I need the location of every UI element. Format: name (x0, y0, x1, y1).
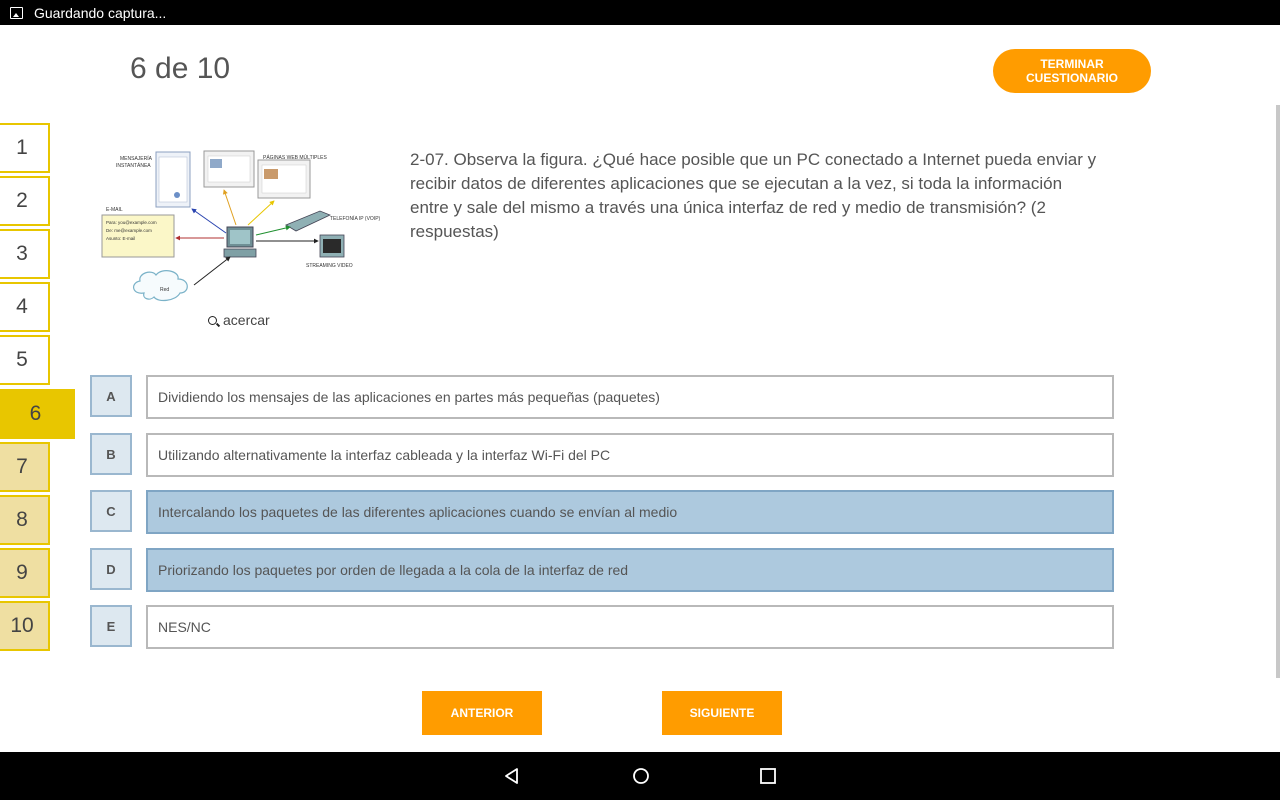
web-label: PÁGINAS WEB MÚLTIPLES (263, 154, 327, 161)
question-figure[interactable]: MENSAJERÍA INSTANTÁNEA PÁGINAS WEB MÚLTI… (98, 145, 393, 315)
network-cloud (133, 270, 188, 302)
scrollbar[interactable] (1276, 105, 1280, 678)
question-nav-item[interactable]: 4 (0, 282, 50, 332)
question-nav-item[interactable]: 2 (0, 176, 50, 226)
svg-text:Asunto: E-mail: Asunto: E-mail (106, 236, 135, 241)
question-counter: 6 de 10 (130, 52, 231, 85)
ip-phone (285, 210, 332, 232)
next-button[interactable]: SIGUIENTE (662, 691, 782, 735)
recents-icon[interactable] (758, 766, 778, 786)
option-text[interactable]: Priorizando los paquetes por orden de ll… (146, 548, 1114, 592)
option-d[interactable]: D Priorizando los paquetes por orden de … (90, 548, 1114, 592)
im-label-1: MENSAJERÍA (120, 155, 153, 162)
cloud-label: Red (160, 287, 169, 293)
home-icon[interactable] (631, 766, 651, 786)
option-a[interactable]: A Dividiendo los mensajes de las aplicac… (90, 375, 1114, 419)
option-text[interactable]: Dividiendo los mensajes de las aplicacio… (146, 375, 1114, 419)
option-c[interactable]: C Intercalando los paquetes de las difer… (90, 490, 1114, 534)
question-nav-item[interactable]: 5 (0, 335, 50, 385)
option-letter[interactable]: A (90, 375, 132, 417)
zoom-label: acercar (223, 312, 270, 328)
question-nav-item[interactable]: 9 (0, 548, 50, 598)
svg-text:De: me@example.com: De: me@example.com (106, 228, 152, 233)
option-letter[interactable]: D (90, 548, 132, 590)
question-nav-item[interactable]: 1 (0, 123, 50, 173)
question-nav-item[interactable]: 10 (0, 601, 50, 651)
question-nav-item-current[interactable]: 6 (0, 389, 75, 439)
screenshot-icon (10, 6, 23, 19)
svg-text:Para: you@example.com: Para: you@example.com (106, 220, 157, 225)
zoom-link[interactable]: acercar (208, 312, 270, 328)
option-text[interactable]: Utilizando alternativamente la interfaz … (146, 433, 1114, 477)
option-letter[interactable]: B (90, 433, 132, 475)
finish-quiz-button[interactable]: TERMINAR CUESTIONARIO (993, 49, 1151, 93)
magnifier-icon (208, 315, 217, 325)
option-text[interactable]: Intercalando los paquetes de las diferen… (146, 490, 1114, 534)
option-letter[interactable]: E (90, 605, 132, 647)
android-nav-bar (0, 752, 1280, 800)
question-text: 2-07. Observa la figura. ¿Qué hace posib… (410, 150, 1097, 241)
im-label-2: INSTANTÁNEA (116, 162, 151, 169)
voip-label: TELEFONÍA IP (VOIP) (330, 215, 381, 222)
email-label: E-MAIL (106, 207, 123, 213)
option-text[interactable]: NES/NC (146, 605, 1114, 649)
video-label: STREAMING VIDEO (306, 263, 353, 269)
option-letter[interactable]: C (90, 490, 132, 532)
option-b[interactable]: B Utilizando alternativamente la interfa… (90, 433, 1114, 477)
option-e[interactable]: E NES/NC (90, 605, 1114, 649)
status-bar: Guardando captura... (0, 0, 1280, 25)
question-nav-item[interactable]: 3 (0, 229, 50, 279)
back-icon[interactable] (502, 766, 522, 786)
question-nav-item[interactable]: 7 (0, 442, 50, 492)
previous-button[interactable]: ANTERIOR (422, 691, 542, 735)
status-text: Guardando captura... (34, 4, 167, 21)
question-nav-item[interactable]: 8 (0, 495, 50, 545)
